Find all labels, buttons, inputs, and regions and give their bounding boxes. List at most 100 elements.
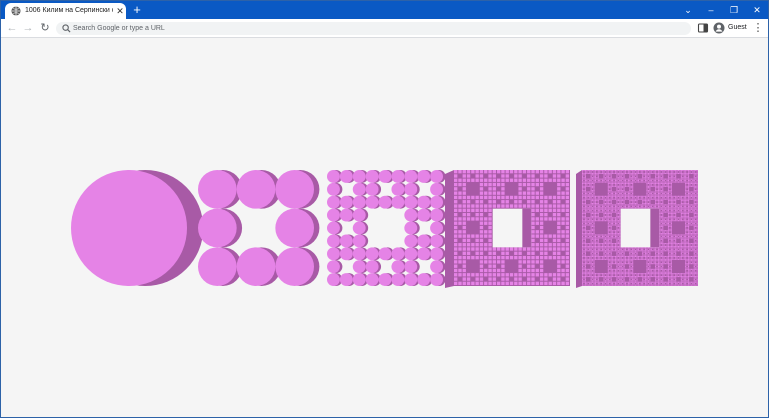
carpet-cube <box>670 244 672 246</box>
guest-avatar-icon[interactable] <box>713 22 725 34</box>
tab-close-icon[interactable]: ✕ <box>115 5 125 17</box>
carpet-cube <box>667 247 670 249</box>
carpet-cube <box>592 255 594 258</box>
carpet-cube <box>676 217 678 219</box>
carpet-cube <box>620 250 622 252</box>
carpet-cube <box>627 171 629 173</box>
active-tab[interactable]: 1006 Килим на Серпински от ц ✕ <box>5 3 126 19</box>
carpet-cube <box>665 170 667 172</box>
carpet-cube <box>663 218 665 220</box>
carpet-cube <box>606 211 608 213</box>
carpet-sphere <box>236 170 276 209</box>
carpet-cube <box>583 230 585 232</box>
carpet-cube <box>673 207 675 209</box>
carpet-cube <box>604 273 607 275</box>
carpet-cube <box>636 178 638 180</box>
carpet-cube <box>617 194 619 196</box>
new-tab-button[interactable]: + <box>131 3 143 17</box>
carpet-cube <box>522 195 527 200</box>
carpet-cube <box>689 184 691 186</box>
carpet-cube <box>686 191 688 193</box>
carpet-cube <box>683 277 685 279</box>
carpet-cube <box>627 205 629 207</box>
carpet-cube <box>655 257 657 259</box>
carpet-cube <box>685 234 687 236</box>
carpet-cube <box>587 275 589 278</box>
carpet-cube <box>612 218 614 220</box>
carpet-cube <box>695 170 697 172</box>
back-button[interactable]: ← <box>5 19 19 37</box>
carpet-cube <box>649 200 651 202</box>
carpet-cube <box>617 225 619 227</box>
carpet-cube <box>646 253 648 255</box>
close-window-button[interactable]: ✕ <box>746 1 768 19</box>
carpet-cube <box>590 241 592 243</box>
carpet-cube <box>666 260 668 262</box>
carpet-cube <box>632 180 634 182</box>
tab-search-icon[interactable]: ⌄ <box>677 1 699 19</box>
carpet-cube <box>584 190 586 192</box>
side-panel-icon[interactable] <box>697 22 709 34</box>
carpet-cube <box>670 172 672 174</box>
carpet-cube <box>630 250 632 252</box>
carpet-cube <box>673 202 675 205</box>
carpet-cube <box>666 255 668 258</box>
address-bar[interactable]: Search Google or type a URL <box>56 22 691 35</box>
carpet-cube <box>584 218 586 220</box>
carpet-cube <box>695 247 697 249</box>
restore-button[interactable]: ❐ <box>723 1 745 19</box>
carpet-cube <box>610 234 612 236</box>
carpet-cube <box>666 194 668 196</box>
carpet-cube <box>693 260 695 262</box>
carpet-cube <box>652 281 654 283</box>
carpet-cube <box>471 281 475 286</box>
carpet-cube <box>514 170 518 174</box>
carpet-cube <box>677 284 680 286</box>
carpet-cube <box>643 172 645 174</box>
carpet-sphere <box>430 260 443 274</box>
carpet-cube <box>676 250 678 252</box>
carpet-cube <box>647 280 649 282</box>
carpet-cube <box>670 261 672 263</box>
carpet-cube <box>590 255 592 258</box>
carpet-cube <box>617 280 619 282</box>
reload-button[interactable]: ↻ <box>38 19 52 37</box>
carpet-cube <box>646 254 648 256</box>
carpet-cube <box>616 218 618 220</box>
carpet-cube <box>689 248 691 250</box>
carpet-cube <box>672 257 674 259</box>
carpet-cube <box>584 221 586 223</box>
carpet-cube <box>695 237 697 239</box>
carpet-cube <box>662 218 664 220</box>
carpet-cube <box>689 258 691 260</box>
minimize-button[interactable]: – <box>700 1 722 19</box>
carpet-cube <box>632 277 634 279</box>
carpet-cube <box>539 230 544 234</box>
carpet-cube <box>693 234 695 236</box>
carpet-cube <box>670 217 672 219</box>
carpet-cube <box>660 208 662 210</box>
carpet-cube <box>659 221 661 223</box>
carpet-cube <box>599 247 601 249</box>
forward-button[interactable]: → <box>21 19 35 37</box>
carpet-cube <box>609 215 611 217</box>
carpet-cube <box>622 181 624 183</box>
carpet-cube <box>630 284 632 286</box>
carpet-cube <box>586 197 588 199</box>
carpet-cube <box>593 244 595 246</box>
carpet-cube <box>599 237 601 239</box>
profile-label[interactable]: Guest <box>728 19 747 37</box>
carpet-cube <box>683 175 685 177</box>
carpet-cube <box>629 253 631 255</box>
carpet-cube <box>620 248 622 250</box>
carpet-cube <box>583 207 585 209</box>
browser-menu-icon[interactable]: ⋮ <box>751 19 765 37</box>
carpet-cube <box>642 195 644 197</box>
carpet-cube <box>696 245 698 248</box>
carpet-cube <box>518 191 522 195</box>
carpet-cube <box>672 235 674 237</box>
carpet-cube <box>690 230 692 232</box>
carpet-cube <box>561 221 565 225</box>
carpet-cube <box>589 178 591 180</box>
carpet-cube <box>607 222 609 225</box>
